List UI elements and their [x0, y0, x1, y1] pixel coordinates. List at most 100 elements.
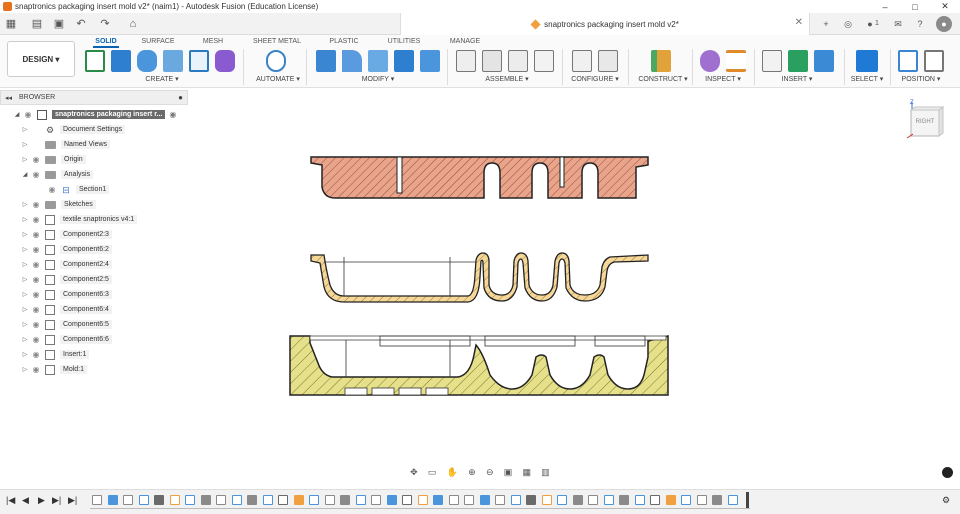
expand-icon[interactable]: ▷	[20, 141, 30, 148]
visibility-eye-icon[interactable]: ◉	[30, 350, 42, 359]
expand-icon[interactable]: ▷	[20, 231, 30, 238]
timeline-last-icon[interactable]: ▶|	[68, 495, 77, 506]
visibility-eye-icon[interactable]: ◉	[30, 320, 42, 329]
visibility-eye-icon[interactable]: ◉	[30, 215, 42, 224]
insert-mesh-icon[interactable]	[788, 50, 808, 72]
timeline-feature-icon[interactable]	[216, 495, 226, 505]
visibility-eye-icon[interactable]: ◉	[30, 245, 42, 254]
chamfer-icon[interactable]	[368, 50, 388, 72]
notifications-icon[interactable]: ✉	[890, 16, 906, 32]
timeline-first-icon[interactable]: |◀	[6, 495, 15, 506]
expand-icon[interactable]: ▷	[20, 216, 30, 223]
timeline-feature-icon[interactable]	[324, 495, 335, 505]
visibility-eye-icon[interactable]: ◉	[30, 290, 42, 299]
expand-icon[interactable]: ▷	[20, 126, 30, 133]
revolve-icon[interactable]	[137, 50, 157, 72]
visibility-eye-icon[interactable]: ◉	[30, 260, 42, 269]
create-group-label[interactable]: CREATE ▾	[140, 75, 184, 83]
expand-icon[interactable]: ▷	[20, 156, 30, 163]
expand-icon[interactable]: ▷	[20, 201, 30, 208]
file-menu-icon[interactable]: ▤	[30, 17, 44, 31]
expand-icon[interactable]: ▷	[20, 306, 30, 313]
timeline-feature-icon[interactable]	[712, 495, 722, 505]
browser-item-section1[interactable]: ◉ ⊟ Section1	[36, 183, 110, 196]
visibility-eye-icon[interactable]: ◉	[30, 155, 42, 164]
activate-radio-icon[interactable]: ◉	[169, 110, 176, 119]
expand-icon[interactable]: ▷	[20, 336, 30, 343]
viewports-icon[interactable]: ▥	[541, 467, 550, 478]
configure-icon[interactable]	[572, 50, 592, 72]
expand-collapse-icon[interactable]: ◢	[12, 111, 22, 118]
browser-item-document-settings[interactable]: ▷ ⚙ Document Settings	[20, 123, 126, 136]
timeline-feature-icon[interactable]	[433, 495, 443, 505]
grid-settings-icon[interactable]: ▦	[523, 467, 532, 478]
tab-manage[interactable]: MANAGE	[448, 38, 482, 45]
timeline-feature-icon[interactable]	[169, 495, 180, 505]
select-group-label[interactable]: SELECT ▾	[846, 75, 888, 83]
mold-section[interactable]	[289, 335, 669, 396]
timeline-play-icon[interactable]: ▶	[38, 495, 45, 506]
close-window-button[interactable]: ✕	[930, 1, 960, 12]
tab-plastic[interactable]: PLASTIC	[328, 38, 360, 45]
automate-group-label[interactable]: AUTOMATE ▾	[252, 75, 304, 83]
browser-item-component[interactable]: ▷ ◉ Component2:3	[20, 228, 112, 241]
timeline-feature-icon[interactable]	[495, 495, 505, 505]
visibility-eye-icon[interactable]: ◉	[46, 185, 58, 194]
expand-icon[interactable]: ▷	[20, 276, 30, 283]
timeline-feature-icon[interactable]	[619, 495, 629, 505]
comments-toggle-icon[interactable]	[942, 467, 953, 478]
timeline-feature-icon[interactable]	[200, 495, 211, 505]
timeline-feature-icon[interactable]	[386, 495, 397, 505]
close-tab-button[interactable]: ✕	[795, 17, 803, 28]
timeline-feature-icon[interactable]	[681, 495, 691, 505]
user-avatar[interactable]: ●	[936, 16, 952, 32]
browser-item-mold[interactable]: ▷ ◉ Mold:1	[20, 363, 88, 376]
browser-item-component[interactable]: ▷ ◉ Component2:4	[20, 258, 112, 271]
form-icon[interactable]	[215, 50, 235, 72]
insert-canvas-icon[interactable]	[814, 50, 834, 72]
align-icon[interactable]	[898, 50, 918, 72]
construct-group-label[interactable]: CONSTRUCT ▾	[636, 75, 690, 83]
timeline-feature-icon[interactable]	[231, 495, 242, 505]
orbit-icon[interactable]: ✥	[410, 467, 418, 478]
create-sketch-icon[interactable]	[85, 50, 105, 72]
browser-item-component[interactable]: ▷ ◉ Component6:2	[20, 243, 112, 256]
help-icon[interactable]: ?	[912, 16, 928, 32]
timeline-feature-icon[interactable]	[696, 495, 707, 505]
insert-derive-icon[interactable]	[762, 50, 782, 72]
hole-icon[interactable]	[163, 50, 183, 72]
timeline-next-icon[interactable]: ▶|	[52, 495, 61, 506]
tab-mesh[interactable]: MESH	[200, 38, 226, 45]
timeline-feature-icon[interactable]	[665, 495, 676, 505]
insert-section-top[interactable]	[310, 156, 649, 199]
timeline-feature-icon[interactable]	[185, 495, 195, 505]
zoom-icon[interactable]: ⊕	[468, 467, 476, 478]
visibility-eye-icon[interactable]: ◉	[30, 335, 42, 344]
tab-sheet-metal[interactable]: SHEET METAL	[250, 38, 304, 45]
timeline-feature-icon[interactable]	[340, 495, 350, 505]
browser-item-component[interactable]: ▷ ◉ Component6:5	[20, 318, 112, 331]
as-built-joint-icon[interactable]	[508, 50, 528, 72]
pan-icon[interactable]: ✋	[447, 467, 458, 478]
extrude-icon[interactable]	[111, 50, 131, 72]
offset-plane-icon[interactable]	[651, 50, 671, 72]
timeline-feature-icon[interactable]	[727, 495, 738, 505]
browser-item-named-views[interactable]: ▷ Named Views	[20, 138, 111, 151]
configure-group-label[interactable]: CONFIGURE ▾	[568, 75, 622, 83]
visibility-eye-icon[interactable]: ◉	[30, 170, 42, 179]
timeline-feature-icon[interactable]	[448, 495, 459, 505]
timeline-marker[interactable]	[746, 492, 749, 508]
timeline-feature-icon[interactable]	[588, 495, 598, 505]
visibility-eye-icon[interactable]: ◉	[30, 230, 42, 239]
tab-solid[interactable]: SOLID	[93, 38, 119, 48]
shell-icon[interactable]	[394, 50, 414, 72]
save-icon[interactable]: ▣	[52, 17, 66, 31]
minimize-button[interactable]: –	[870, 2, 900, 12]
undo-icon[interactable]: ↶	[74, 17, 88, 31]
expand-icon[interactable]: ▷	[20, 366, 30, 373]
modify-group-label[interactable]: MODIFY ▾	[355, 75, 401, 83]
timeline-feature-icon[interactable]	[262, 495, 273, 505]
display-settings-icon[interactable]: ▣	[504, 467, 513, 478]
collapse-browser-icon[interactable]: ◂◂	[5, 94, 12, 102]
timeline-feature-icon[interactable]	[526, 495, 536, 505]
